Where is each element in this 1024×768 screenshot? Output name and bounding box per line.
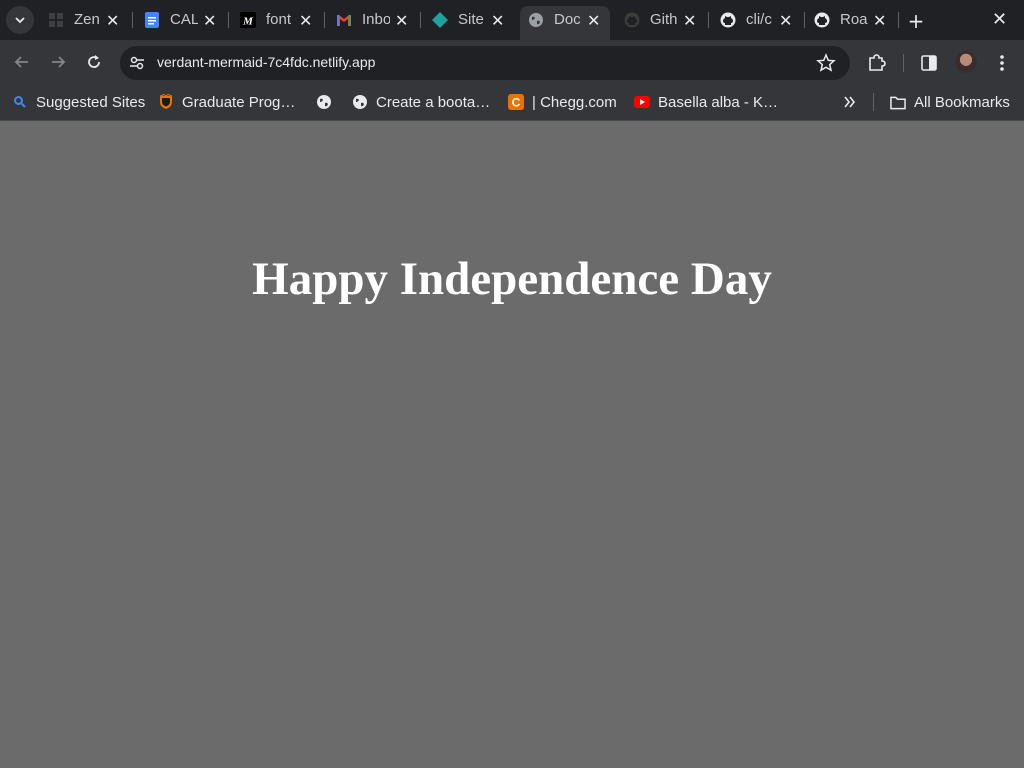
grid-icon [49, 13, 63, 27]
page-content: Happy Independence Day [0, 121, 1024, 768]
tab-strip: Zen ✕ CAL ✕ M font ✕ Inbo ✕ Site ✕ Doc ✕… [0, 0, 1024, 40]
gmail-icon [337, 15, 351, 26]
reload-icon [88, 55, 100, 68]
tab-cal[interactable]: CAL ✕ [144, 6, 222, 34]
tab-divider [898, 12, 899, 28]
tab-inbox[interactable]: Inbo ✕ [336, 6, 414, 34]
close-tab-icon[interactable]: ✕ [106, 11, 119, 31]
tab-site[interactable]: Site ✕ [432, 6, 510, 34]
arrow-right-icon [52, 56, 66, 68]
bookmark-chegg[interactable]: C | Chegg.com [508, 91, 617, 113]
github-icon [624, 12, 640, 28]
address-bar[interactable]: verdant-mermaid-7c4fdc.netlify.app [120, 46, 850, 80]
bookmark-globe[interactable] [316, 91, 340, 113]
close-tab-icon[interactable]: ✕ [299, 11, 312, 31]
close-window-button[interactable]: ✕ [992, 9, 1007, 30]
tab-title: Site [458, 11, 484, 28]
side-panel-button[interactable] [918, 52, 940, 74]
tab-title: Zen [74, 11, 100, 28]
github-icon [814, 12, 830, 28]
browser-menu-button[interactable] [991, 52, 1013, 74]
folder-icon [890, 94, 906, 110]
tab-roa[interactable]: Roa ✕ [814, 6, 892, 34]
close-tab-icon[interactable]: ✕ [779, 11, 792, 31]
tab-divider [228, 12, 229, 28]
tab-divider [420, 12, 421, 28]
tab-divider [708, 12, 709, 28]
bookmarks-bar: Suggested Sites Graduate Prog… Create a … [0, 85, 1024, 121]
tab-title: cli/c [746, 11, 772, 28]
tab-search-button[interactable] [6, 6, 34, 34]
diamond-icon [432, 12, 448, 28]
bookmark-label: Create a boota… [376, 93, 491, 111]
close-tab-icon[interactable]: ✕ [873, 11, 886, 31]
bookmarks-divider [873, 93, 874, 111]
new-tab-button[interactable]: + [906, 9, 926, 33]
tab-title: Gith [650, 11, 678, 28]
svg-text:M: M [242, 16, 254, 28]
reload-button[interactable] [84, 52, 104, 72]
tab-cli[interactable]: cli/c ✕ [720, 6, 798, 34]
tab-divider [132, 12, 133, 28]
tab-divider [804, 12, 805, 28]
search-icon [12, 94, 28, 110]
browser-toolbar: verdant-mermaid-7c4fdc.netlify.app [0, 40, 1024, 85]
close-tab-icon[interactable]: ✕ [491, 11, 504, 31]
double-chevron-right-icon [844, 96, 856, 108]
site-info-icon[interactable] [128, 54, 146, 72]
close-tab-icon[interactable]: ✕ [395, 11, 408, 31]
tab-title: font [266, 11, 292, 28]
bookmark-star-icon[interactable] [816, 53, 836, 73]
all-bookmarks-label: All Bookmarks [914, 93, 1010, 111]
arrow-left-icon [14, 56, 28, 68]
bookmark-label: | Chegg.com [532, 93, 617, 111]
bookmark-label: Basella alba - K… [658, 93, 779, 111]
back-button[interactable] [12, 52, 32, 72]
tab-zen[interactable]: Zen ✕ [48, 6, 126, 34]
close-tab-icon[interactable]: ✕ [587, 11, 600, 31]
bookmark-graduate-programs[interactable]: Graduate Prog… [158, 91, 295, 113]
tab-title: Inbo [362, 11, 390, 28]
chevron-down-icon [15, 17, 25, 24]
bookmark-basella-alba[interactable]: Basella alba - K… [634, 91, 778, 113]
svg-text:C: C [512, 96, 521, 110]
url-text[interactable]: verdant-mermaid-7c4fdc.netlify.app [157, 54, 375, 70]
youtube-icon [634, 94, 650, 110]
bookmark-create-bootable[interactable]: Create a boota… [352, 91, 490, 113]
close-tab-icon[interactable]: ✕ [683, 11, 696, 31]
tab-divider [324, 12, 325, 28]
bookmark-label: Suggested Sites [36, 93, 146, 111]
princeton-shield-icon [158, 94, 174, 110]
globe-icon [529, 13, 543, 27]
m-logo-icon: M [240, 12, 256, 28]
profile-avatar[interactable] [955, 51, 977, 73]
more-bookmarks-button[interactable] [843, 91, 857, 113]
chegg-icon: C [508, 94, 524, 110]
google-docs-icon [145, 12, 159, 28]
extensions-button[interactable] [866, 52, 888, 74]
more-vertical-icon [1000, 55, 1004, 71]
tab-title: Roa [840, 11, 868, 28]
toolbar-divider [903, 54, 904, 72]
page-heading: Happy Independence Day [252, 253, 772, 305]
tab-title: Doc [554, 11, 581, 28]
bookmark-label: Graduate Prog… [182, 93, 296, 111]
tab-github[interactable]: Gith ✕ [624, 6, 702, 34]
puzzle-icon [869, 54, 886, 71]
tab-font[interactable]: M font ✕ [240, 6, 318, 34]
all-bookmarks-button[interactable]: All Bookmarks [890, 91, 1010, 113]
bookmark-suggested-sites[interactable]: Suggested Sites [12, 91, 145, 113]
globe-icon [352, 94, 368, 110]
close-tab-icon[interactable]: ✕ [203, 11, 216, 31]
tab-title: CAL [170, 11, 198, 28]
tab-doc-active[interactable]: Doc ✕ [528, 6, 606, 34]
github-icon [720, 12, 736, 28]
globe-icon [316, 94, 332, 110]
side-panel-icon [921, 55, 937, 71]
forward-button[interactable] [48, 52, 68, 72]
browser-chrome: Zen ✕ CAL ✕ M font ✕ Inbo ✕ Site ✕ Doc ✕… [0, 0, 1024, 121]
